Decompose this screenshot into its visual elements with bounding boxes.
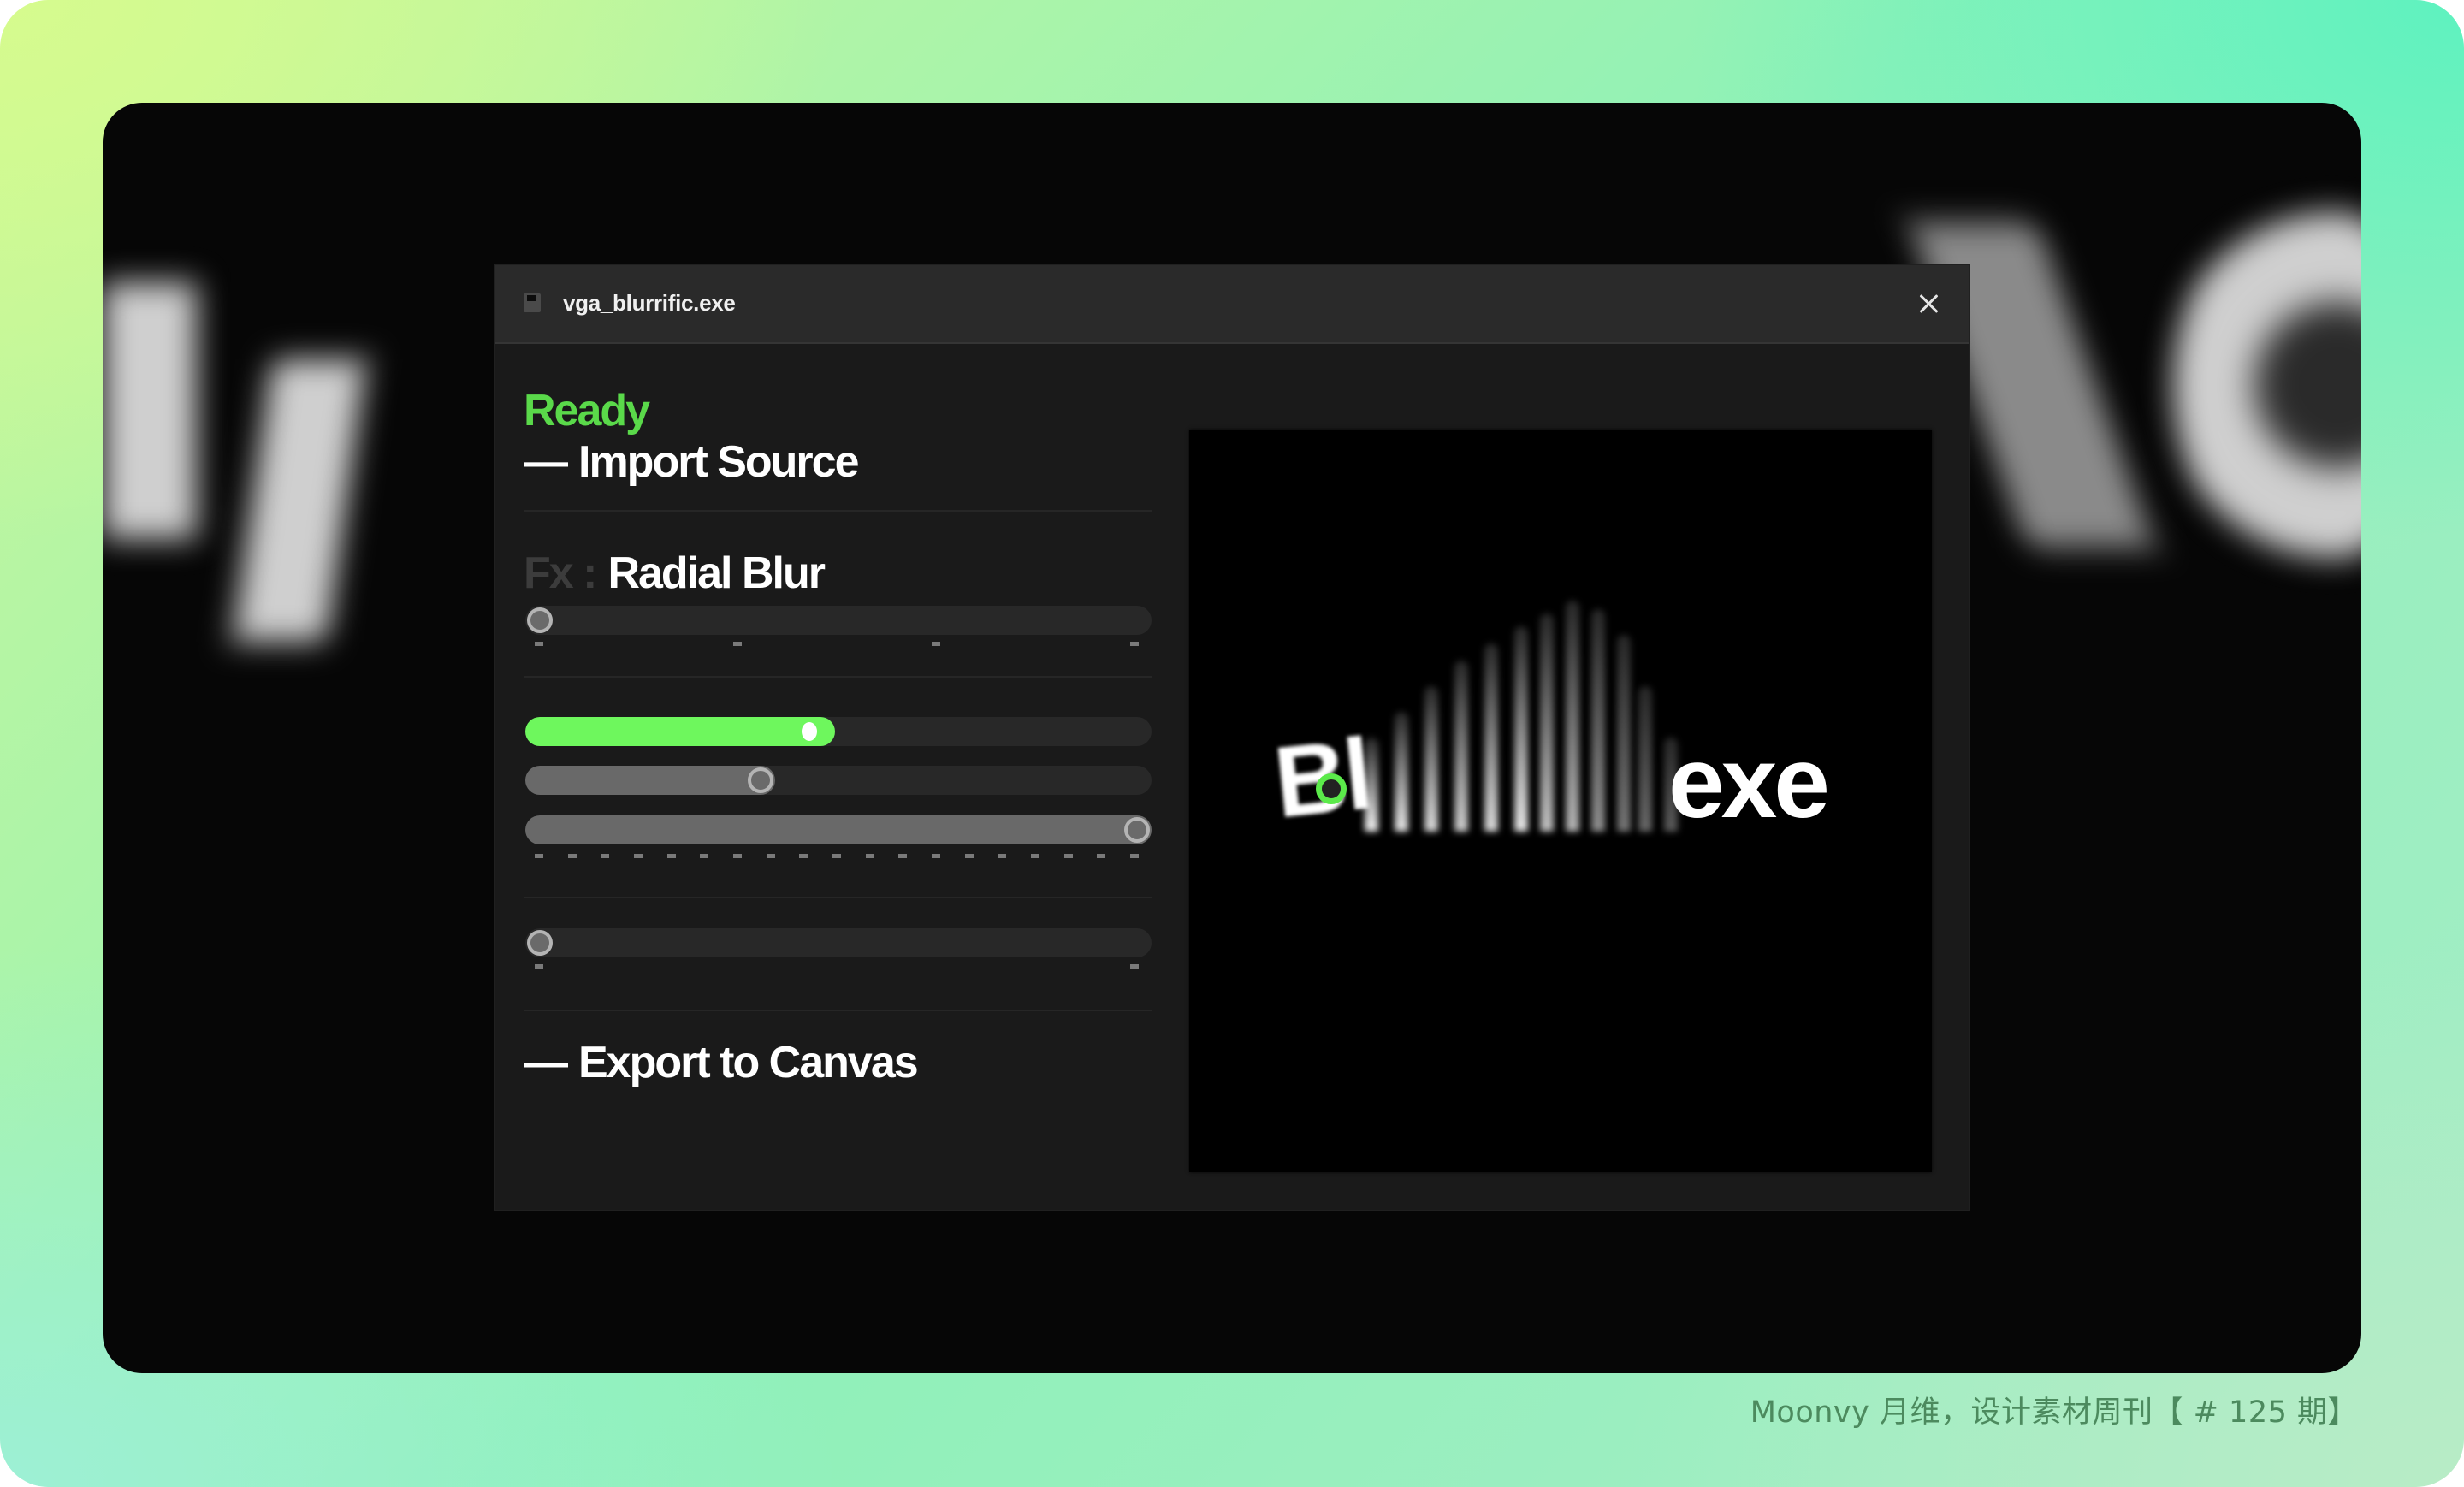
app-window: vga_blurrific.exe Ready — Import Source F… — [495, 265, 1969, 1210]
slider-fill — [525, 766, 776, 795]
floppy-disk-icon — [524, 293, 541, 312]
blur-streak — [1591, 609, 1605, 832]
close-icon[interactable] — [1911, 286, 1946, 320]
slider-ticks — [535, 854, 1139, 859]
slider-tick — [535, 642, 543, 646]
blur-streak — [1566, 601, 1579, 832]
import-source-button[interactable]: — Import Source — [524, 436, 859, 488]
blur-streak — [1638, 686, 1652, 832]
preview-text-end: exe — [1668, 726, 1830, 839]
blur-strength-slider[interactable] — [525, 717, 1152, 746]
slider-tick — [700, 854, 709, 858]
slider-tick — [634, 854, 643, 858]
dash: — — [524, 437, 568, 487]
slider-tick — [898, 854, 908, 858]
slider-tick — [964, 854, 974, 858]
blur-streak — [1514, 626, 1528, 832]
import-source-label: Import Source — [578, 437, 859, 487]
divider — [524, 897, 1152, 898]
effect-name: Radial Blur — [607, 548, 825, 598]
slider-tick — [733, 854, 742, 858]
export-label: Export to Canvas — [578, 1038, 919, 1087]
effect-selector-slider[interactable] — [525, 606, 1152, 635]
slider-tick — [1130, 964, 1139, 969]
blur-streak — [1540, 613, 1554, 832]
slider-tick — [601, 854, 610, 858]
app-stage: vga_blurrific.exe Ready — Import Source F… — [103, 103, 2361, 1373]
slider-tick — [1130, 854, 1139, 858]
slider-tick — [1031, 854, 1040, 858]
blur-streak — [1395, 712, 1408, 832]
output-slider[interactable] — [525, 928, 1152, 957]
preview-canvas[interactable]: Bl exe — [1189, 430, 1932, 1172]
slider-thumb[interactable] — [527, 930, 553, 956]
slider-thumb[interactable] — [1124, 817, 1150, 843]
slider-ticks — [535, 642, 1139, 647]
blur-streak — [1424, 686, 1438, 832]
fx-prefix: Fx : — [524, 548, 597, 598]
effect-heading: Fx : Radial Blur — [524, 548, 826, 599]
export-to-canvas-button[interactable]: — Export to Canvas — [524, 1037, 919, 1088]
background-blur-stroke — [2173, 205, 2361, 565]
slider-tick — [733, 642, 742, 646]
blur-streak — [1617, 635, 1631, 832]
slider-tick — [932, 854, 940, 858]
slider-tick — [567, 854, 577, 858]
slider-tick — [998, 854, 1007, 858]
divider — [524, 510, 1152, 512]
slider-ticks — [535, 964, 1139, 969]
slider-fill — [525, 717, 836, 746]
slider-tick — [1130, 642, 1139, 646]
watermark: Moonvy 月维，设计素材周刊【 # 125 期】 — [1750, 1395, 2358, 1430]
slider-tick — [799, 854, 808, 858]
blur-slider-3[interactable] — [525, 815, 1152, 844]
slider-fill — [525, 815, 1152, 844]
slider-thumb[interactable] — [802, 722, 818, 741]
slider-thumb[interactable] — [527, 607, 553, 633]
slider-tick — [865, 854, 874, 858]
background-blur-stroke — [103, 282, 197, 539]
window-title: vga_blurrific.exe — [563, 290, 736, 316]
dash: — — [524, 1038, 568, 1087]
blur-streak — [1454, 661, 1468, 832]
title-bar[interactable]: vga_blurrific.exe — [495, 265, 1969, 344]
divider — [524, 1010, 1152, 1011]
blur-slider-2[interactable] — [525, 766, 1152, 795]
slider-tick — [535, 854, 543, 858]
blur-center-handle[interactable] — [1316, 773, 1347, 804]
background-blur-stroke — [232, 359, 367, 642]
divider — [524, 676, 1152, 678]
background: vga_blurrific.exe Ready — Import Source F… — [0, 0, 2464, 1487]
slider-tick — [932, 642, 940, 646]
status-label: Ready — [524, 386, 650, 435]
slider-tick — [535, 964, 543, 969]
slider-tick — [832, 854, 841, 858]
slider-tick — [666, 854, 676, 858]
slider-tick — [766, 854, 775, 858]
slider-tick — [1097, 854, 1106, 858]
blur-streak — [1484, 643, 1498, 832]
slider-tick — [1063, 854, 1073, 858]
